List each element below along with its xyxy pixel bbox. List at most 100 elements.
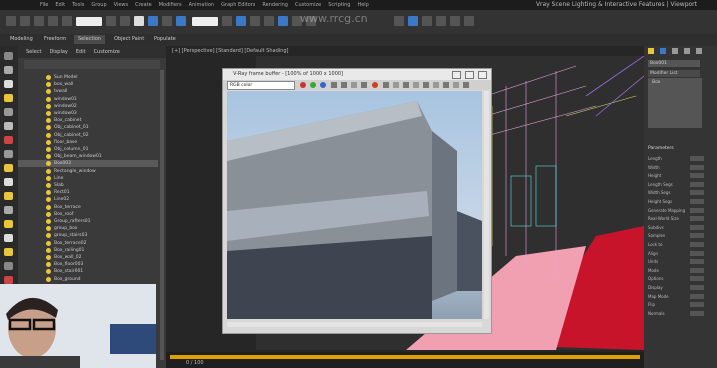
explorer-filter-field[interactable] <box>24 60 160 69</box>
parameter-field[interactable] <box>690 173 704 179</box>
list-item[interactable]: Box_stair001 <box>18 268 158 275</box>
visibility-bulb-icon[interactable] <box>46 103 51 109</box>
render-setup-icon[interactable] <box>436 16 446 26</box>
vfb-vertical-scrollbar[interactable] <box>484 91 489 319</box>
frozen-filter-icon[interactable] <box>4 234 13 242</box>
list-item[interactable]: Box_terrace <box>18 204 158 211</box>
list-item[interactable]: Box_railing01 <box>18 247 158 254</box>
viewport-label[interactable]: [+] [Perspective] [Standard] [Default Sh… <box>172 48 288 54</box>
list-item[interactable]: Group_rafters01 <box>18 218 158 225</box>
timeline[interactable]: 0 / 100 <box>166 352 644 368</box>
move-icon[interactable] <box>148 16 158 26</box>
visibility-bulb-icon[interactable] <box>46 197 51 203</box>
tab-populate[interactable]: Populate <box>150 35 180 44</box>
hidden-filter-icon[interactable] <box>4 248 13 256</box>
parameter-field[interactable] <box>690 293 704 299</box>
list-item[interactable]: Box_terrace02 <box>18 240 158 247</box>
close-icon[interactable] <box>478 71 487 79</box>
list-item[interactable]: Line02 <box>18 196 158 203</box>
visibility-bulb-icon[interactable] <box>46 276 51 282</box>
list-item[interactable]: group_stairs03 <box>18 232 158 239</box>
visibility-bulb-icon[interactable] <box>46 226 51 232</box>
group-filter-icon[interactable] <box>4 150 13 158</box>
reference-coordinate-dropdown[interactable] <box>192 17 218 26</box>
menu-customize[interactable]: Customize <box>295 0 321 10</box>
menu-create[interactable]: Create <box>135 0 152 10</box>
display-none-icon[interactable] <box>4 52 13 60</box>
tab-selection[interactable]: Selection <box>74 35 106 44</box>
parameter-field[interactable] <box>690 224 704 230</box>
visibility-bulb-icon[interactable] <box>46 147 51 152</box>
select-by-name-icon[interactable] <box>120 16 130 26</box>
menu-help[interactable]: Help <box>357 0 368 10</box>
list-item[interactable]: Sun Model <box>18 74 158 81</box>
schematic-icon[interactable] <box>408 16 418 26</box>
camera-filter-icon[interactable] <box>4 108 13 116</box>
visibility-bulb-icon[interactable] <box>46 82 51 88</box>
parameter-field[interactable] <box>690 267 704 273</box>
modifier-stack-item[interactable]: Box <box>648 78 702 87</box>
find-icon[interactable] <box>4 276 13 284</box>
selection-filter-dropdown[interactable] <box>76 17 102 26</box>
redo-icon[interactable] <box>20 16 30 26</box>
angle-snap-icon[interactable] <box>250 16 260 26</box>
visibility-bulb-icon[interactable] <box>46 118 51 124</box>
list-item[interactable]: tvwall <box>18 88 158 95</box>
explorer-tab-customize[interactable]: Customize <box>94 46 120 58</box>
visibility-bulb-icon[interactable] <box>46 240 51 246</box>
material-editor-icon[interactable] <box>422 16 432 26</box>
parameter-field[interactable] <box>690 216 704 222</box>
menu-animation[interactable]: Animation <box>189 0 215 10</box>
visibility-bulb-icon[interactable] <box>46 204 51 210</box>
create-tab-icon[interactable] <box>648 48 654 54</box>
render-icon[interactable] <box>464 16 474 26</box>
visibility-bulb-icon[interactable] <box>46 125 51 131</box>
list-item[interactable]: Obj_cabinet_02 <box>18 132 158 139</box>
menu-file[interactable]: File <box>40 0 48 10</box>
explorer-tab-display[interactable]: Display <box>49 46 67 58</box>
visibility-bulb-icon[interactable] <box>46 183 51 188</box>
parameter-field[interactable] <box>690 164 704 170</box>
minimize-icon[interactable] <box>452 71 461 79</box>
visibility-bulb-icon[interactable] <box>46 132 51 138</box>
list-item[interactable]: Rectangle_window <box>18 168 158 175</box>
snap-icon[interactable] <box>236 16 246 26</box>
parameter-field[interactable] <box>690 276 704 282</box>
xref-filter-icon[interactable] <box>4 192 13 200</box>
rotate-icon[interactable] <box>162 16 172 26</box>
visibility-bulb-icon[interactable] <box>46 161 51 167</box>
list-item[interactable]: Obj_column_01 <box>18 146 158 153</box>
explorer-tab-edit[interactable]: Edit <box>76 46 86 58</box>
menu-scripting[interactable]: Scripting <box>328 0 350 10</box>
vfb-tool-icons[interactable] <box>299 81 479 89</box>
parameters-rollout-title[interactable]: Parameters <box>648 146 712 151</box>
visibility-bulb-icon[interactable] <box>46 139 51 145</box>
bind-icon[interactable] <box>62 16 72 26</box>
list-item[interactable]: window02 <box>18 103 158 110</box>
list-item[interactable]: Rect01 <box>18 189 158 196</box>
visibility-bulb-icon[interactable] <box>46 75 51 80</box>
channel-select[interactable]: RGB color <box>227 81 295 90</box>
parameter-field[interactable] <box>690 250 704 256</box>
visibility-bulb-icon[interactable] <box>46 269 51 275</box>
menu-rendering[interactable]: Rendering <box>262 0 288 10</box>
parameter-field[interactable] <box>690 259 704 265</box>
list-item[interactable]: window01 <box>18 96 158 103</box>
parameter-field[interactable] <box>690 233 704 239</box>
list-item[interactable]: Box003 <box>18 160 158 168</box>
pivot-icon[interactable] <box>222 16 232 26</box>
list-item[interactable]: Box_floor003 <box>18 261 158 268</box>
parameter-field[interactable] <box>690 310 704 316</box>
helper-filter-icon[interactable] <box>4 122 13 130</box>
visibility-bulb-icon[interactable] <box>46 247 51 253</box>
visibility-bulb-icon[interactable] <box>46 262 51 268</box>
vfb-title-bar[interactable]: V-Ray frame buffer - [100% of 1000 x 100… <box>223 69 491 80</box>
container-filter-icon[interactable] <box>4 220 13 228</box>
vfb-horizontal-scrollbar[interactable] <box>227 322 482 327</box>
parameter-field[interactable] <box>690 285 704 290</box>
visibility-bulb-icon[interactable] <box>46 96 51 102</box>
explorer-tab-select[interactable]: Select <box>26 46 41 58</box>
rectangle-select-icon[interactable] <box>134 16 144 26</box>
menu-tools[interactable]: Tools <box>72 0 84 10</box>
tab-modeling[interactable]: Modeling <box>6 35 37 44</box>
